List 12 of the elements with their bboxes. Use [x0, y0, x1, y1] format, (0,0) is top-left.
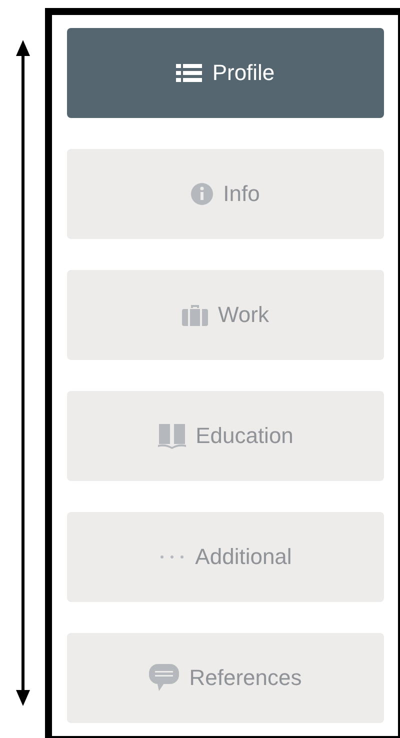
nav-tab[interactable]: Education	[67, 391, 384, 481]
book-icon	[158, 423, 186, 449]
nav-tab[interactable]: Additional	[67, 512, 384, 602]
nav-tab[interactable]: Info	[67, 149, 384, 239]
info-icon	[191, 183, 214, 205]
ellipsis-icon	[159, 554, 186, 560]
nav-tab[interactable]: References	[67, 633, 384, 723]
briefcase-icon	[182, 304, 208, 326]
nav-tab[interactable]: Work	[67, 270, 384, 360]
speech-bubble-icon	[149, 664, 180, 692]
list-icon	[176, 63, 202, 83]
nav-tab[interactable]: Profile	[67, 28, 384, 118]
